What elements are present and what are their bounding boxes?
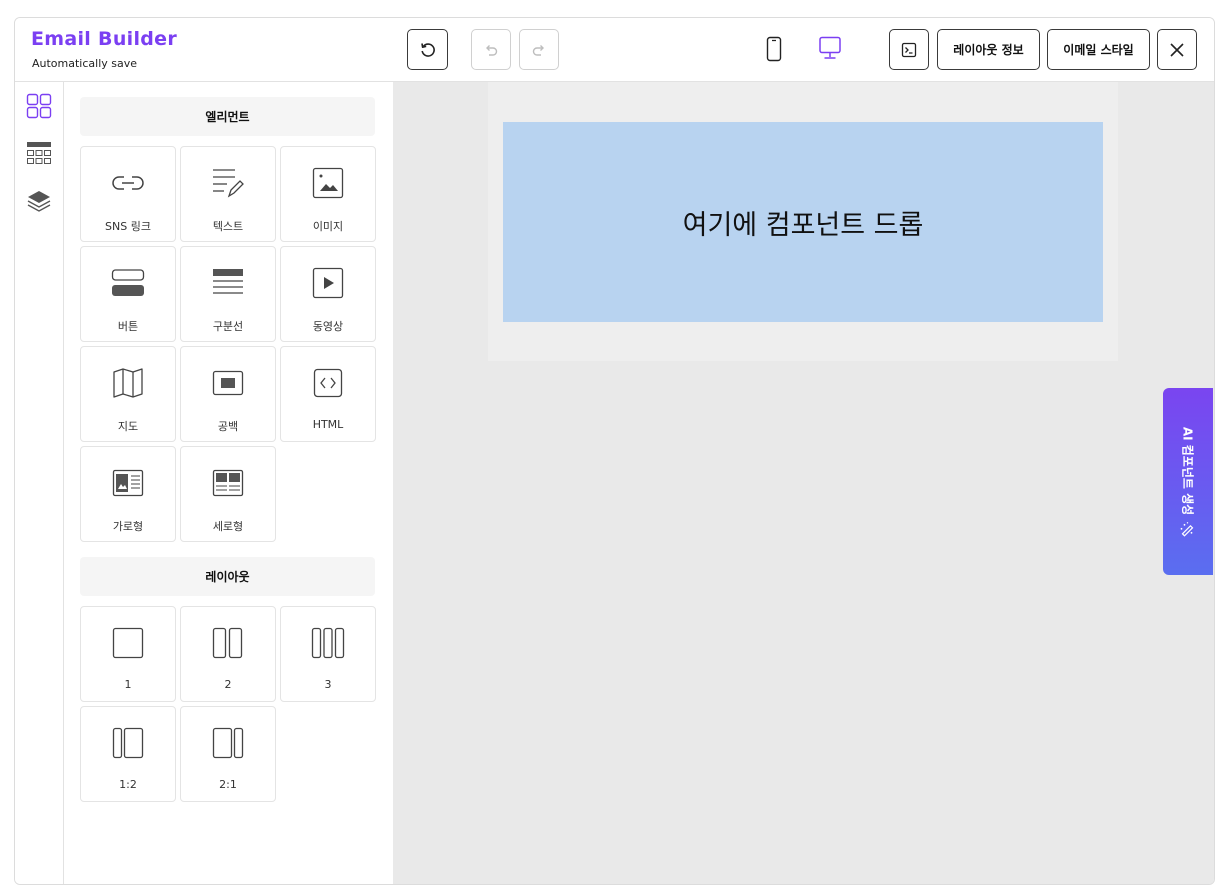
element-spacer[interactable]: 공백 [180,346,276,442]
email-canvas: 여기에 컴포넌트 드롭 [393,82,1214,884]
element-label: SNS 링크 [105,220,151,233]
rail-elements-tab[interactable] [26,93,52,119]
history-icon [420,42,435,57]
element-button[interactable]: 버튼 [80,246,176,342]
two-column-icon [212,627,243,659]
element-label: 이미지 [312,220,344,233]
link-icon [112,176,144,190]
elements-section-title: 엘리먼트 [80,97,375,136]
layout-one-column[interactable]: 1 [80,606,176,702]
layout-label: 1:2 [119,778,137,791]
element-label: 공백 [217,420,239,433]
elements-grid-icon [26,93,52,119]
desktop-view-button[interactable] [815,35,845,63]
element-label: 구분선 [212,320,244,333]
layout-info-label: 레이아웃 정보 [953,43,1024,57]
ai-tab-label: AI 컴포넌트 생성 [1180,426,1195,516]
text-edit-icon [213,169,244,198]
side-rail [15,82,64,884]
layout-two-column[interactable]: 2 [180,606,276,702]
app-title: Email Builder [31,28,178,50]
button-icon [111,269,145,296]
email-style-button[interactable]: 이메일 스타일 [1047,29,1150,70]
video-icon [312,267,344,299]
element-vertical-card[interactable]: 세로형 [180,446,276,542]
layout-label: 2:1 [219,778,237,791]
layout-three-column[interactable]: 3 [280,606,376,702]
element-video[interactable]: 동영상 [280,246,376,342]
redo-icon [532,44,544,56]
layers-icon [27,191,51,212]
element-text[interactable]: 텍스트 [180,146,276,242]
email-body: 여기에 컴포넌트 드롭 [488,82,1118,361]
element-label: HTML [312,418,344,431]
code-icon [313,368,343,398]
element-label: 가로형 [112,520,144,533]
layout-info-button[interactable]: 레이아웃 정보 [937,29,1040,70]
one-column-icon [112,627,144,659]
undo-button[interactable] [471,29,511,70]
layout-label: 1 [124,678,132,691]
layout-label: 3 [324,678,332,691]
divider-icon [213,269,243,294]
close-button[interactable] [1157,29,1197,70]
element-label: 동영상 [312,320,344,333]
terminal-icon [901,42,917,57]
element-image[interactable]: 이미지 [280,146,376,242]
autosave-status: Automatically save [32,57,138,70]
rail-templates-tab[interactable] [26,141,52,167]
vertical-card-icon [212,469,244,497]
element-sns-link[interactable]: SNS 링크 [80,146,176,242]
element-html[interactable]: HTML [280,346,376,442]
layout-one-two[interactable]: 1:2 [80,706,176,802]
element-label: 버튼 [117,320,139,333]
element-label: 텍스트 [212,220,244,233]
map-icon [113,368,143,398]
mobile-view-button[interactable] [763,35,785,63]
element-label: 세로형 [212,520,244,533]
code-view-button[interactable] [889,29,929,70]
two-one-column-icon [212,727,244,759]
element-horizontal-card[interactable]: 가로형 [80,446,176,542]
email-builder-window: Email Builder Automatically save 레이아웃 정보… [14,17,1215,885]
drop-zone-text: 여기에 컴포넌트 드롭 [682,209,924,241]
layout-two-one[interactable]: 2:1 [180,706,276,802]
email-style-label: 이메일 스타일 [1063,43,1134,57]
history-button[interactable] [407,29,448,70]
image-icon [312,167,344,199]
rail-layers-tab[interactable] [26,188,52,214]
magic-wand-icon [1181,522,1194,538]
spacer-icon [212,370,244,396]
close-icon [1170,42,1184,57]
header-bar: Email Builder Automatically save 레이아웃 정보… [15,18,1214,82]
components-panel: 엘리먼트 SNS 링크 텍스트 이미지 버튼 구분선 동영상 지도 공백 HTM… [64,82,392,884]
component-drop-zone[interactable]: 여기에 컴포넌트 드롭 [503,122,1103,322]
templates-icon [27,142,51,164]
mobile-icon [766,36,782,62]
layout-section-title: 레이아웃 [80,557,375,596]
three-column-icon [311,627,345,659]
layout-label: 2 [224,678,232,691]
redo-button[interactable] [519,29,559,70]
desktop-icon [819,36,841,59]
element-divider[interactable]: 구분선 [180,246,276,342]
undo-icon [486,44,498,56]
one-two-column-icon [112,727,144,759]
element-map[interactable]: 지도 [80,346,176,442]
ai-component-generate-tab[interactable]: AI 컴포넌트 생성 [1163,388,1213,575]
element-label: 지도 [117,420,139,433]
horizontal-card-icon [112,469,144,497]
